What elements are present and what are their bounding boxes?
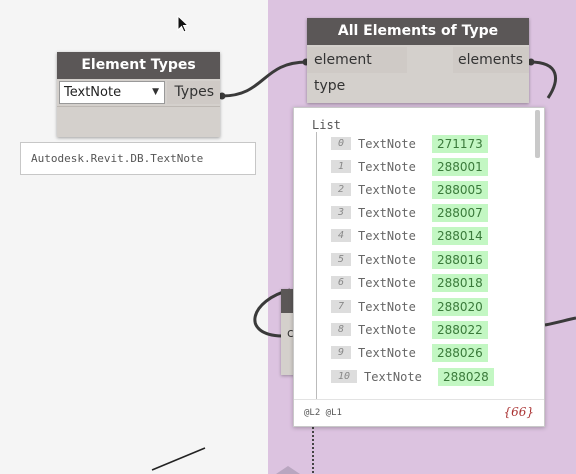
item-type: TextNote: [364, 370, 422, 384]
wire-elements-out[interactable]: [529, 60, 557, 99]
node-title[interactable]: All Elements of Type: [307, 18, 529, 45]
element-types-node[interactable]: Element Types TextNote ▼ Types: [57, 52, 220, 137]
item-type: TextNote: [358, 300, 416, 314]
item-index: 9: [331, 346, 351, 359]
tree-line: [316, 132, 317, 402]
item-index: 5: [331, 253, 351, 266]
node-preview-value: Autodesk.Revit.DB.TextNote: [20, 142, 256, 175]
preview-footer: @L2 @L1 {66}: [294, 399, 544, 426]
item-index: 2: [331, 183, 351, 196]
chevron-down-icon[interactable]: ▼: [152, 82, 159, 103]
element-id[interactable]: 288005: [432, 181, 488, 199]
all-elements-of-type-node[interactable]: All Elements of Type element type elemen…: [307, 18, 529, 103]
element-type-dropdown[interactable]: TextNote ▼: [59, 81, 165, 104]
item-index: 10: [331, 370, 357, 383]
wire-right-exit[interactable]: [544, 316, 576, 327]
wire-types-to-element-type[interactable]: [221, 60, 308, 98]
stray-line: [151, 447, 206, 471]
item-index: 6: [331, 276, 351, 289]
list-label: List: [312, 118, 341, 132]
item-type: TextNote: [358, 229, 416, 243]
element-id[interactable]: 288020: [432, 298, 488, 316]
item-type: TextNote: [358, 137, 416, 151]
element-id[interactable]: 288022: [432, 321, 488, 339]
element-id[interactable]: 271173: [432, 135, 488, 153]
divider: [57, 106, 220, 107]
element-id[interactable]: 288026: [432, 344, 488, 362]
node-body: TextNote ▼ Types: [57, 79, 220, 137]
scrollbar[interactable]: [535, 110, 540, 158]
element-id[interactable]: 288016: [432, 251, 488, 269]
list-levels[interactable]: @L2 @L1: [304, 408, 342, 418]
item-index: 1: [331, 160, 351, 173]
element-id[interactable]: 288014: [432, 227, 488, 245]
element-id[interactable]: 288007: [432, 204, 488, 222]
item-type: TextNote: [358, 160, 416, 174]
partial-shape: [276, 466, 300, 474]
element-id[interactable]: 288001: [432, 158, 488, 176]
element-id[interactable]: 288018: [432, 274, 488, 292]
input-port-element-type[interactable]: element type: [307, 47, 407, 94]
item-index: 4: [331, 229, 351, 242]
item-type: TextNote: [358, 253, 416, 267]
item-type: TextNote: [358, 206, 416, 220]
item-type: TextNote: [358, 276, 416, 290]
output-port-elements[interactable]: elements: [453, 47, 529, 73]
item-index: 3: [331, 206, 351, 219]
element-id[interactable]: 288028: [438, 368, 494, 386]
item-index: 0: [331, 137, 351, 150]
node-title[interactable]: Element Types: [57, 52, 220, 79]
item-count: {66}: [503, 405, 534, 419]
node-body: element type elements: [307, 45, 529, 103]
output-preview-bubble[interactable]: List 0 TextNote 271173 1 TextNote 288001…: [293, 107, 545, 427]
dropdown-value: TextNote: [64, 85, 122, 100]
mouse-pointer-icon: [177, 15, 189, 33]
item-type: TextNote: [358, 183, 416, 197]
item-index: 7: [331, 300, 351, 313]
item-type: TextNote: [358, 346, 416, 360]
item-index: 8: [331, 323, 351, 336]
item-type: TextNote: [358, 323, 416, 337]
output-port-types[interactable]: Types: [167, 81, 220, 104]
